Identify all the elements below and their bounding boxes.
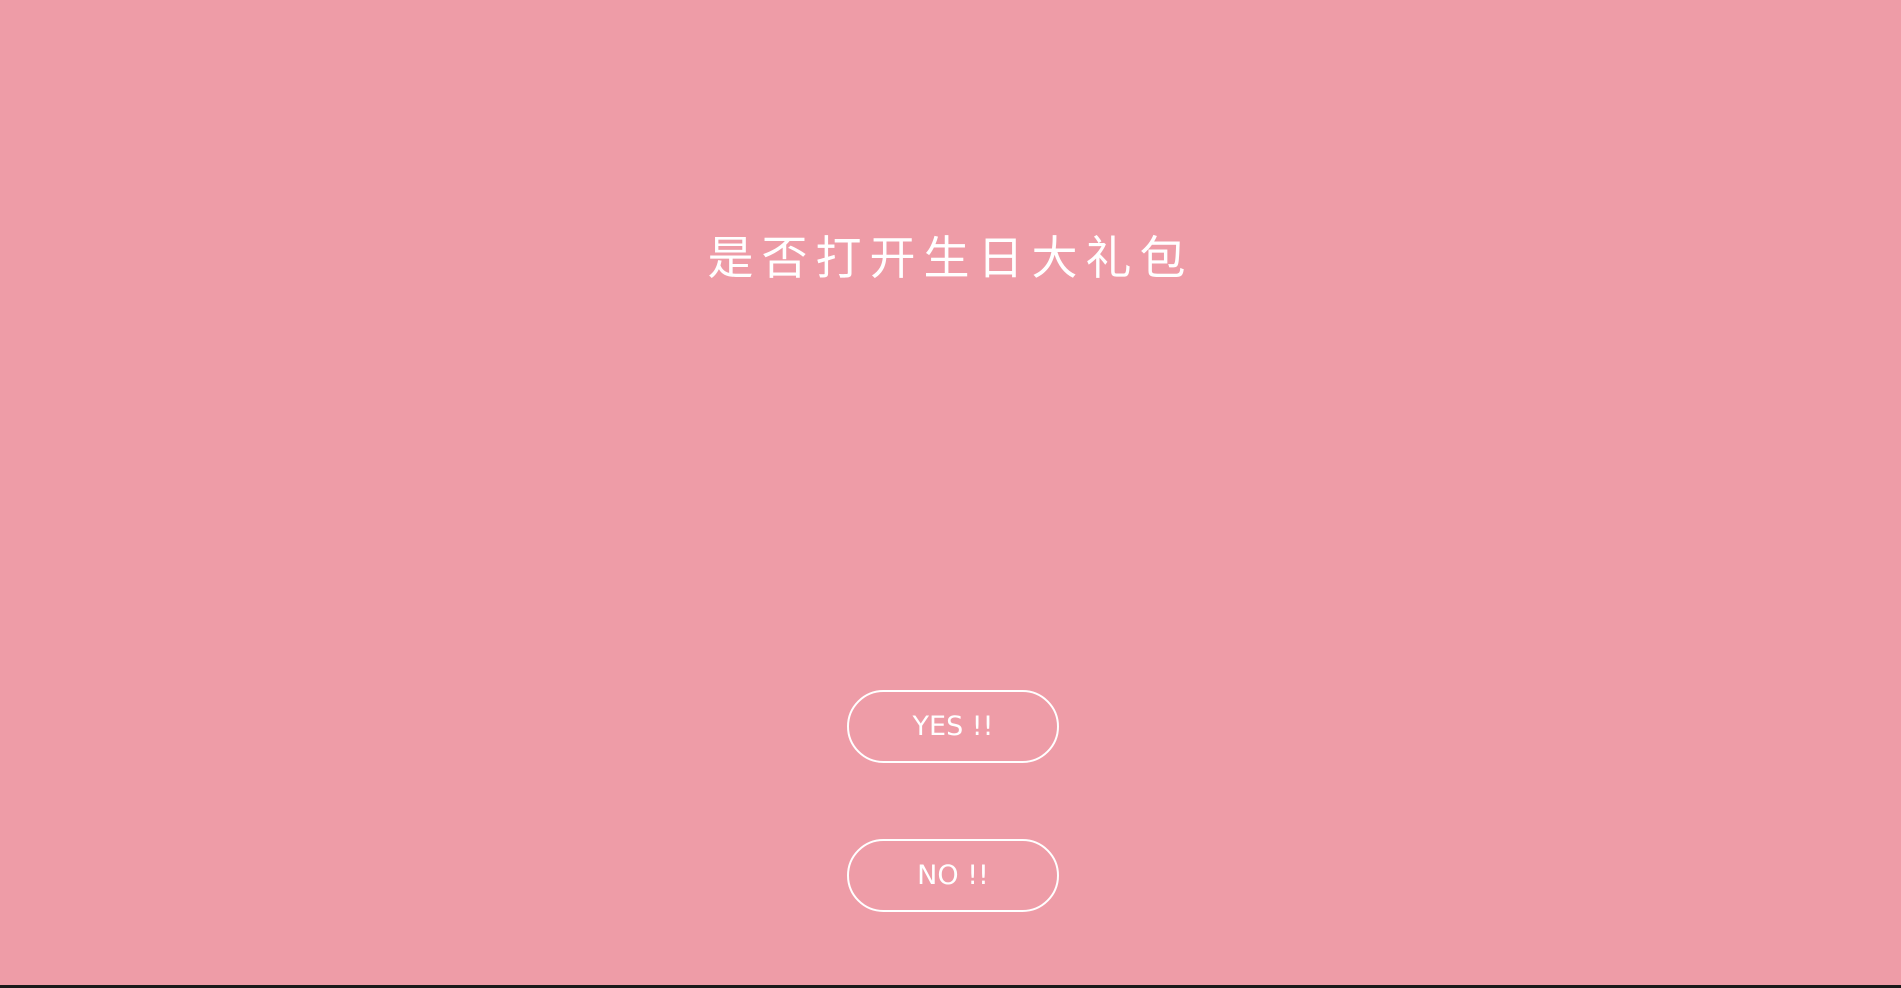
page-background: 是否打开生日大礼包 YES !! NO !! [0, 0, 1901, 985]
yes-button[interactable]: YES !! [847, 690, 1059, 763]
prompt-title: 是否打开生日大礼包 [707, 231, 1194, 285]
no-button[interactable]: NO !! [847, 839, 1059, 912]
